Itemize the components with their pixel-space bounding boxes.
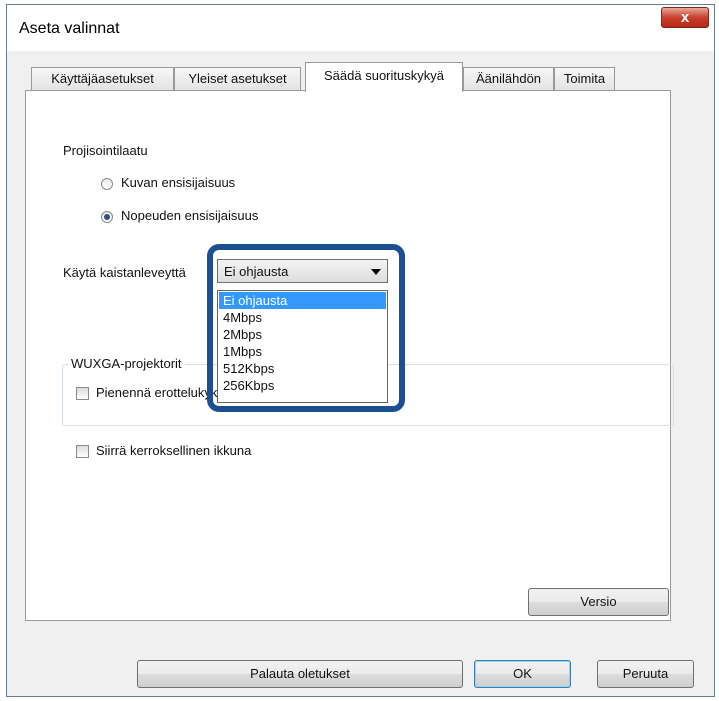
version-button[interactable]: Versio [528, 588, 669, 616]
bandwidth-option[interactable]: 2Mbps [219, 326, 386, 343]
layered-window-label[interactable]: Siirrä kerroksellinen ikkuna [96, 443, 251, 458]
bandwidth-option[interactable]: 1Mbps [219, 343, 386, 360]
bandwidth-selected-value: Ei ohjausta [224, 264, 289, 279]
window-title: Aseta valinnat [19, 20, 120, 37]
tab-deliver[interactable]: Toimita [554, 67, 615, 91]
radio-image-priority-label[interactable]: Kuvan ensisijaisuus [121, 175, 235, 190]
bandwidth-dropdown-list: Ei ohjausta 4Mbps 2Mbps 1Mbps 512Kbps 25… [217, 290, 388, 403]
chevron-down-icon [371, 269, 381, 275]
wuxga-group-legend: WUXGA-projektorit [68, 356, 185, 371]
bandwidth-option[interactable]: 4Mbps [219, 309, 386, 326]
ok-button[interactable]: OK [474, 660, 571, 688]
reduce-resolution-label[interactable]: Pienennä erottelukykyä [96, 385, 231, 400]
tab-performance[interactable]: Säädä suorituskykyä [305, 62, 463, 92]
radio-speed-priority[interactable] [101, 211, 113, 223]
cancel-button[interactable]: Peruuta [597, 660, 694, 688]
tab-user-settings[interactable]: Käyttäjäasetukset [31, 67, 174, 91]
bandwidth-option[interactable]: 512Kbps [219, 360, 386, 377]
close-button[interactable]: x [661, 7, 709, 28]
layered-window-checkbox[interactable] [76, 445, 89, 458]
close-icon: x [680, 9, 690, 26]
title-bar: Aseta valinnat x [7, 5, 714, 51]
bandwidth-label: Käytä kaistanleveyttä [63, 265, 186, 280]
bandwidth-option[interactable]: Ei ohjausta [219, 292, 386, 309]
tab-audio-output[interactable]: Äänilähdön [463, 67, 554, 91]
bandwidth-option[interactable]: 256Kbps [219, 377, 386, 394]
projection-quality-heading: Projisointilaatu [63, 143, 148, 158]
reduce-resolution-checkbox[interactable] [76, 387, 89, 400]
radio-speed-priority-label[interactable]: Nopeuden ensisijaisuus [121, 208, 258, 223]
radio-selected-dot [104, 214, 110, 220]
reset-defaults-button[interactable]: Palauta oletukset [137, 660, 463, 688]
bandwidth-select[interactable]: Ei ohjausta [217, 259, 388, 283]
tab-general-settings[interactable]: Yleiset asetukset [174, 67, 301, 91]
radio-image-priority[interactable] [101, 178, 113, 190]
